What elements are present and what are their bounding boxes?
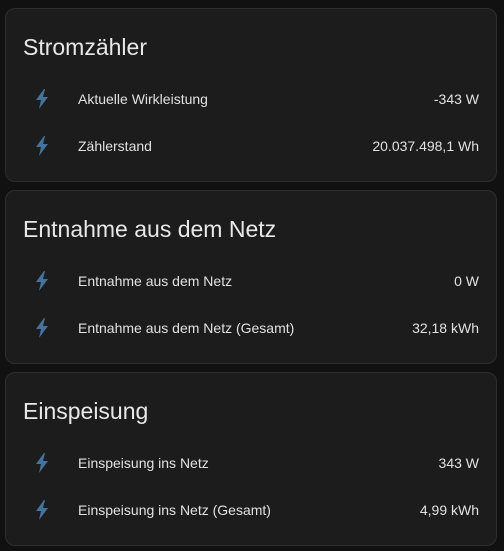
entities-card-entnahme: Entnahme aus dem Netz Entnahme aus dem N… — [5, 190, 497, 364]
card-title: Entnahme aus dem Netz — [23, 216, 277, 242]
entities-card-einspeisung: Einspeisung Einspeisung ins Netz 343 W E… — [5, 372, 497, 546]
entity-state: 20.037.498,1 Wh — [372, 138, 479, 154]
card-title: Einspeisung — [23, 398, 149, 424]
flash-icon — [34, 500, 50, 520]
flash-icon — [34, 453, 50, 473]
entity-row[interactable]: Entnahme aus dem Netz (Gesamt) 32,18 kWh — [6, 308, 496, 348]
entity-state: 4,99 kWh — [419, 502, 479, 518]
entity-name: Entnahme aus dem Netz (Gesamt) — [78, 320, 295, 336]
card-title: Stromzähler — [23, 34, 147, 60]
entities-card-stromzaehler: Stromzähler Aktuelle Wirkleistung -343 W… — [5, 8, 497, 182]
entity-row[interactable]: Zählerstand 20.037.498,1 Wh — [6, 126, 496, 166]
flash-icon — [34, 271, 50, 291]
entity-row[interactable]: Einspeisung ins Netz (Gesamt) 4,99 kWh — [6, 490, 496, 530]
entity-state: 343 W — [438, 455, 479, 471]
entity-state: -343 W — [433, 91, 479, 107]
entity-name: Einspeisung ins Netz (Gesamt) — [78, 502, 271, 518]
entity-row[interactable]: Entnahme aus dem Netz 0 W — [6, 261, 496, 301]
entity-state: 32,18 kWh — [412, 320, 479, 336]
entity-name: Entnahme aus dem Netz — [78, 273, 233, 289]
flash-icon — [34, 318, 50, 338]
entity-state: 0 W — [454, 273, 479, 289]
entity-name: Zählerstand — [78, 138, 152, 154]
flash-icon — [34, 136, 50, 156]
flash-icon — [34, 89, 50, 109]
entity-row[interactable]: Aktuelle Wirkleistung -343 W — [6, 79, 496, 119]
entity-row[interactable]: Einspeisung ins Netz 343 W — [6, 443, 496, 483]
entity-name: Aktuelle Wirkleistung — [78, 91, 208, 107]
entity-name: Einspeisung ins Netz — [78, 455, 209, 471]
